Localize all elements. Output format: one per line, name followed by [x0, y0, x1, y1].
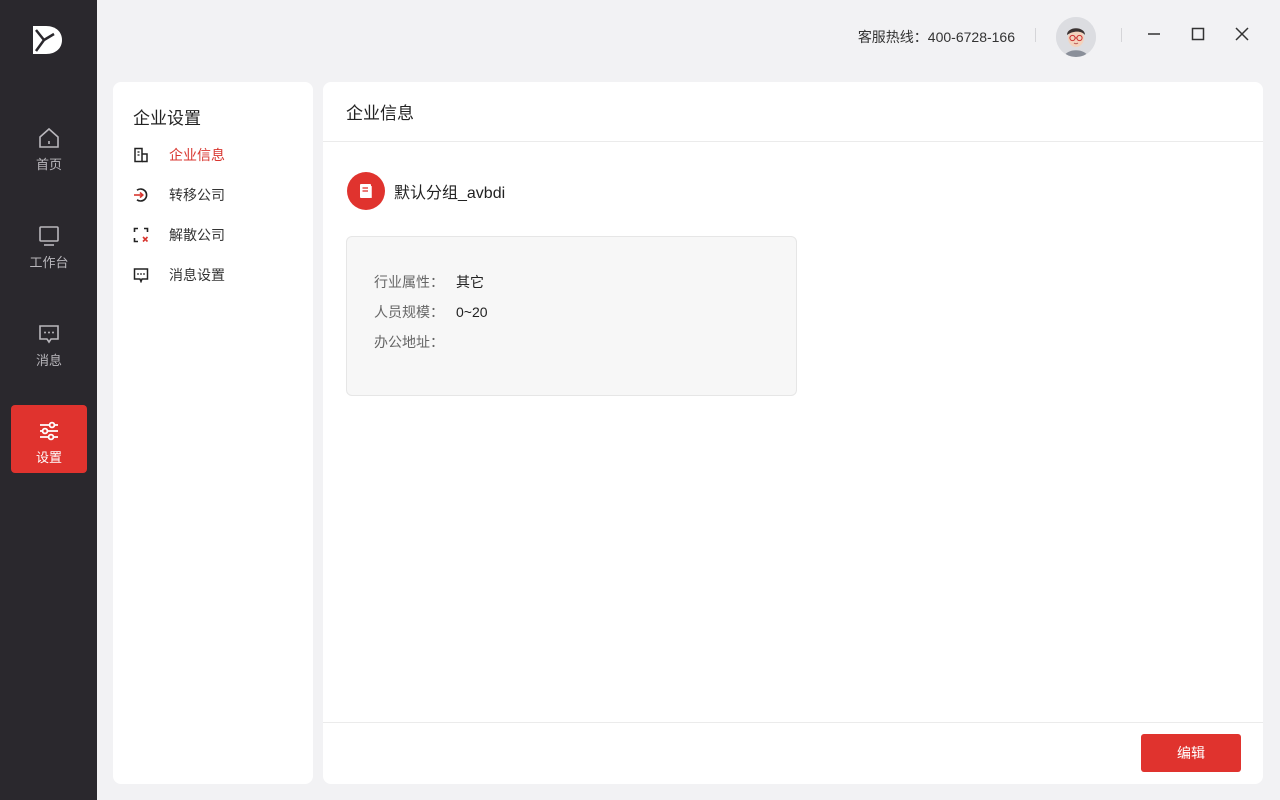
info-value: 0~20	[456, 304, 488, 320]
title-bar	[97, 0, 1280, 72]
subnav-item-dissolve[interactable]: 解散公司	[133, 224, 225, 246]
settings-subnav: 企业设置 企业信息 转移公司 解散公司 消息设置	[113, 82, 313, 784]
nav-item-label: 消息	[35, 353, 62, 368]
page-title: 企业信息	[323, 82, 1263, 142]
sliders-icon	[40, 421, 58, 441]
sidebar-rail: 首页 工作台 消息 设置	[0, 0, 97, 800]
subnav-title: 企业设置	[133, 109, 201, 128]
nav-item-label: 设置	[35, 450, 62, 465]
company-doc-icon	[134, 147, 148, 163]
divider	[1121, 28, 1122, 42]
company-book-icon	[360, 184, 372, 198]
message-icon	[39, 325, 59, 344]
subnav-item-company-info[interactable]: 企业信息	[133, 144, 225, 166]
info-value: 其它	[456, 274, 484, 290]
info-row-staff-size: 人员规模： 0~20	[374, 297, 796, 327]
subnav-item-message-settings[interactable]: 消息设置	[133, 264, 225, 286]
nav-item-workbench[interactable]: 工作台	[11, 210, 87, 278]
info-row-address: 办公地址：	[374, 327, 796, 357]
company-badge	[347, 172, 385, 210]
nav-item-settings[interactable]: 设置	[11, 405, 87, 473]
monitor-icon	[39, 226, 59, 246]
info-key: 办公地址：	[374, 334, 444, 350]
user-avatar-icon	[1056, 17, 1096, 57]
maximize-icon[interactable]	[1188, 24, 1208, 44]
subnav-item-label: 转移公司	[169, 187, 225, 203]
customer-service-hotline: 客服热线：400-6728-166	[857, 29, 1015, 45]
company-details-card: 行业属性： 其它 人员规模： 0~20 办公地址：	[346, 236, 797, 396]
company-name: 默认分组_avbdi	[394, 185, 506, 202]
divider	[1035, 28, 1036, 42]
company-info-panel: 企业信息 默认分组_avbdi 行业属性： 其它 人员规模： 0~20 办公地址…	[323, 82, 1263, 784]
nav-item-messages[interactable]: 消息	[11, 308, 87, 376]
edit-button[interactable]: 编辑	[1141, 734, 1241, 772]
subnav-item-label: 解散公司	[169, 227, 225, 243]
nav-item-home[interactable]: 首页	[11, 112, 87, 180]
info-key: 行业属性：	[374, 274, 444, 290]
app-logo-icon	[33, 26, 62, 54]
nav-item-label: 首页	[35, 157, 62, 172]
nav-item-label: 工作台	[29, 255, 69, 270]
dissolve-icon	[133, 227, 149, 243]
info-key: 人员规模：	[374, 304, 444, 320]
transfer-icon	[134, 188, 148, 202]
subnav-item-label: 企业信息	[169, 147, 225, 163]
subnav-item-transfer[interactable]: 转移公司	[133, 184, 225, 206]
close-icon[interactable]	[1232, 24, 1252, 44]
subnav-item-label: 消息设置	[169, 267, 225, 283]
message-settings-icon	[133, 268, 149, 283]
panel-footer: 编辑	[323, 722, 1263, 784]
minimize-icon[interactable]	[1144, 24, 1164, 44]
company-header: 默认分组_avbdi	[347, 172, 505, 210]
home-icon	[39, 127, 59, 148]
info-row-industry: 行业属性： 其它	[374, 267, 796, 297]
avatar[interactable]	[1056, 17, 1096, 57]
